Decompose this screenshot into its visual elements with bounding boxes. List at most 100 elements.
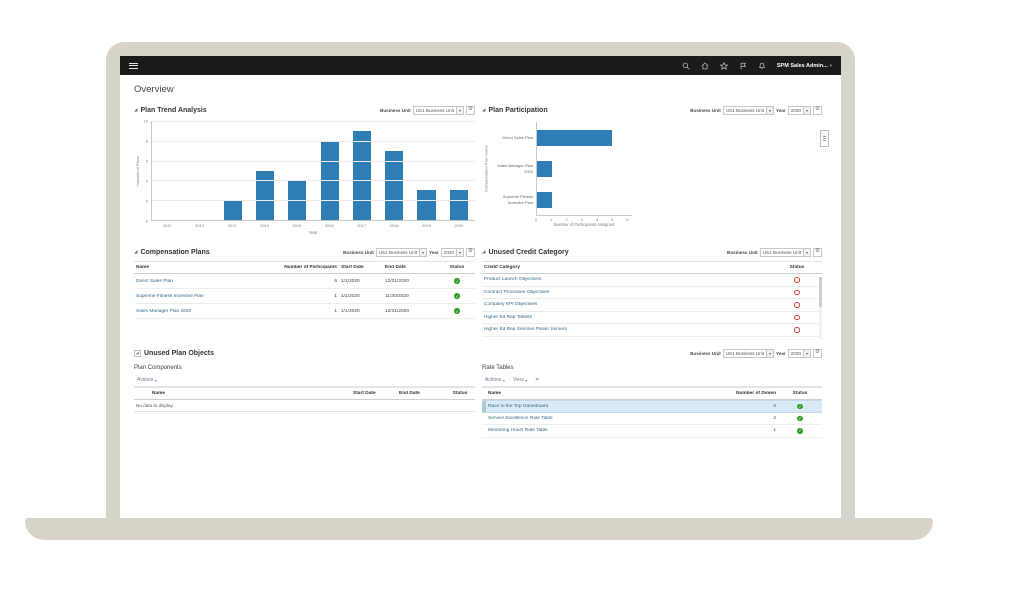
gridline — [152, 200, 475, 201]
settings-gear-icon[interactable]: ⚙ — [813, 248, 822, 257]
home-icon[interactable] — [701, 62, 709, 70]
chevron-down-icon[interactable]: ▾ — [766, 107, 773, 114]
x-tick-label: 2 — [565, 217, 567, 222]
bars — [152, 121, 475, 220]
user-menu[interactable]: SPM Sales Admin... ▾ — [777, 63, 832, 69]
bar-2019[interactable] — [417, 190, 435, 220]
disclosure-icon[interactable]: ◢ — [134, 249, 137, 255]
x-tick-label: 0 — [535, 217, 537, 222]
business-unit-select[interactable]: US1 Business Unit ▾ — [760, 248, 811, 257]
chevron-down-icon: ▾ — [525, 378, 527, 383]
empty-table-message: No data to display. — [134, 400, 475, 412]
x-tick-label: 1 — [550, 217, 552, 222]
actions-menu[interactable]: Actions ▾ — [485, 377, 505, 383]
unused-credit-panel: ◢ Unused Credit Category Business Unit U… — [482, 246, 822, 347]
view-menu[interactable]: View ▾ — [513, 377, 527, 383]
credit-category-link[interactable]: Product Launch Objectives — [482, 277, 772, 282]
chevron-down-icon[interactable]: ▾ — [766, 350, 773, 357]
chevron-down-icon[interactable]: ▾ — [803, 350, 810, 357]
panel-title: Plan Trend Analysis — [140, 107, 206, 114]
plan-link[interactable]: Sales Manager Plan 2020 — [134, 309, 279, 314]
scrollbar[interactable] — [819, 277, 822, 339]
flag-icon[interactable] — [739, 62, 747, 70]
business-unit-select[interactable]: US1 Business Unit ▾ — [413, 106, 464, 115]
business-unit-select[interactable]: US1 Business Unit ▾ — [723, 106, 774, 115]
settings-gear-icon[interactable]: ⚙ — [466, 248, 475, 257]
bar-2017[interactable] — [353, 131, 371, 220]
disclosure-icon[interactable]: ◢ — [482, 249, 485, 255]
disclosure-icon[interactable]: ◢ — [134, 350, 141, 357]
favorites-star-icon[interactable] — [720, 62, 728, 70]
plan-link[interactable]: Direct Sales Plan — [134, 279, 279, 284]
credit-category-link[interactable]: Contract Procedure Objectives — [482, 290, 772, 295]
chevron-down-icon[interactable]: ▾ — [419, 249, 426, 256]
end-date: 12/31/2020 — [383, 309, 439, 314]
panel-splitter-handle[interactable] — [820, 130, 829, 147]
x-axis-title: Year — [151, 230, 475, 235]
unused-credit-filters: Business Unit US1 Business Unit ▾ ⚙ — [727, 248, 822, 257]
success-icon: ✓ — [797, 416, 803, 422]
credit-category-link[interactable]: Higher Ed Rep Tablets — [482, 315, 772, 320]
chevron-down-icon[interactable]: ▾ — [803, 107, 810, 114]
rate-table-link[interactable]: Race to the Top Gameboard — [486, 404, 712, 409]
chevron-down-icon[interactable]: ▾ — [803, 249, 810, 256]
disclosure-icon[interactable]: ◢ — [482, 107, 485, 113]
chevron-down-icon[interactable]: ▾ — [456, 107, 463, 114]
participants-value: 5 — [279, 279, 339, 284]
x-tick-label: 3 — [581, 217, 583, 222]
bar-Direct Sales Plan[interactable] — [537, 130, 612, 146]
bar-2013[interactable] — [224, 200, 242, 220]
bar-Supreme Fitness Incentive Plan[interactable] — [537, 192, 552, 208]
notifications-bell-icon[interactable] — [758, 62, 766, 70]
credit-category-link[interactable]: Company KPI Objectives — [482, 302, 772, 307]
detach-icon[interactable]: ✕ — [535, 377, 539, 383]
participants-value: 1 — [279, 309, 339, 314]
status-cell: ✓ — [439, 278, 475, 284]
bar-track — [536, 184, 632, 215]
global-header: SPM Sales Admin... ▾ — [120, 56, 841, 75]
error-icon — [794, 290, 800, 296]
business-unit-value: US1 Business Unit — [414, 107, 456, 114]
year-select[interactable]: 2020 ▾ — [788, 106, 811, 115]
year-select[interactable]: 2020 ▾ — [441, 248, 464, 257]
start-date: 1/1/2020 — [339, 294, 383, 299]
user-menu-label: SPM Sales Admin... — [777, 63, 828, 69]
scrollbar-thumb[interactable] — [819, 277, 822, 307]
bar-2014[interactable] — [256, 171, 274, 221]
bar-Sales Manager Plan 2020[interactable] — [537, 161, 552, 177]
settings-gear-icon[interactable]: ⚙ — [813, 349, 822, 358]
rate-table-link[interactable]: Mentoring Hours Rate Table — [486, 428, 712, 433]
plan-link[interactable]: Supreme Fitness Incentive Plan — [134, 294, 279, 299]
status-cell — [772, 290, 822, 296]
search-icon[interactable] — [682, 62, 690, 70]
actions-menu[interactable]: Actions ▾ — [137, 377, 157, 383]
rate-tables-toolbar: Actions ▾ View ▾ ✕ — [482, 374, 822, 387]
success-icon: ✓ — [454, 308, 460, 314]
business-unit-select[interactable]: US1 Business Unit ▾ — [723, 349, 774, 358]
x-tick-label: 2016 — [313, 223, 345, 228]
bar-track — [536, 122, 632, 153]
disclosure-icon[interactable]: ◢ — [134, 107, 137, 113]
y-tick-label: 4 — [146, 179, 148, 184]
column-header: Status — [772, 265, 822, 270]
table-row[interactable]: Mentoring Hours Rate Table 1 ✓ — [482, 425, 822, 438]
bar-2020[interactable] — [450, 190, 468, 220]
settings-gear-icon[interactable]: ⚙ — [466, 106, 475, 115]
settings-gear-icon[interactable]: ⚙ — [813, 106, 822, 115]
year-value: 2020 — [789, 107, 803, 114]
table-row-selected[interactable]: Race to the Top Gameboard 2 ✓ — [482, 400, 822, 413]
menu-icon[interactable] — [129, 63, 138, 69]
bar-slot — [152, 121, 184, 220]
x-tick-labels: 0123456 — [536, 215, 632, 222]
x-tick-label: 2011 — [151, 223, 183, 228]
credit-category-link[interactable]: Higher Ed Rep Sentinel Power Servers — [482, 327, 772, 332]
table-row[interactable]: Service Excellence Rate Table 2 ✓ — [482, 413, 822, 426]
chevron-down-icon[interactable]: ▾ — [456, 249, 463, 256]
business-unit-select[interactable]: US1 Business Unit ▾ — [376, 248, 427, 257]
gridline — [152, 161, 475, 162]
success-icon: ✓ — [797, 428, 803, 434]
x-axis-title-row: Year — [134, 230, 475, 235]
year-select[interactable]: 2020 ▾ — [788, 349, 811, 358]
plan-participation-panel: ◢ Plan Participation Business Unit US1 B… — [482, 104, 822, 246]
rate-table-link[interactable]: Service Excellence Rate Table — [486, 416, 712, 421]
